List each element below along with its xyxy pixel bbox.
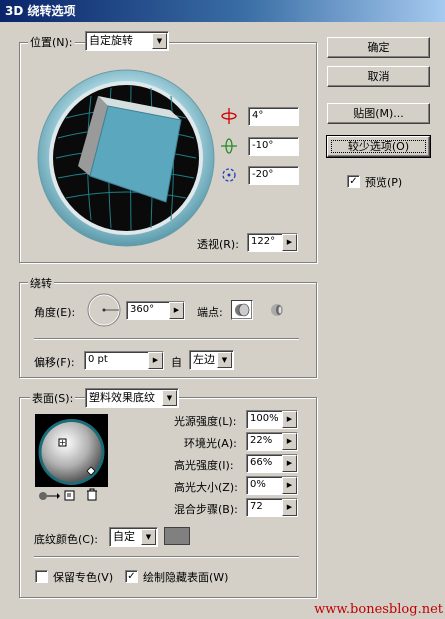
surface-separator [34,556,299,558]
chevron-down-icon: ▼ [141,529,156,545]
from-label: 自 [171,356,182,369]
surface-label: 表面(S): [30,390,76,406]
cap-on-icon [235,303,250,317]
highlight-intensity-label: 高光强度(I): [174,459,234,472]
perspective-field[interactable]: 122° ▶ [247,233,298,252]
offset-field[interactable]: 0 pt ▶ [84,351,164,370]
spinner-arrow-icon[interactable]: ▶ [282,433,297,450]
z-rotation-field[interactable]: -20° [248,166,299,185]
light-intensity-field[interactable]: 100% ▶ [246,410,298,429]
shading-color-dropdown[interactable]: 自定 ▼ [109,527,158,547]
cancel-button[interactable]: 取消 [327,66,430,87]
spinner-arrow-icon[interactable]: ▶ [282,455,297,472]
new-light-icon[interactable] [64,489,76,501]
track-cube[interactable] [36,68,216,248]
surface-dropdown[interactable]: 塑料效果底纹 ▼ [85,388,179,408]
preview-checkbox[interactable]: ✓ [347,175,360,188]
chevron-down-icon: ▼ [152,33,167,49]
x-rotation-field[interactable]: 4° [248,107,299,126]
spinner-arrow-icon[interactable]: ▶ [148,352,163,369]
chevron-down-icon: ▼ [162,390,177,406]
angle-field[interactable]: 360° ▶ [126,301,185,320]
light-sphere-preview[interactable]: + [35,414,108,487]
window-title: 3D 绕转选项 [5,4,76,18]
ambient-label: 环境光(A): [184,437,237,450]
shading-color-swatch[interactable] [164,527,190,545]
move-light-back-icon[interactable] [38,490,60,502]
angle-dial[interactable] [86,292,122,328]
highlight-size-label: 高光大小(Z): [174,481,238,494]
angle-label: 角度(E): [34,306,76,319]
preserve-spot-label: 保留专色(V) [53,571,114,584]
cap-on-button[interactable] [231,300,253,320]
revolve-section-label: 绕转 [28,275,54,291]
delete-light-icon[interactable] [86,488,98,501]
ok-button[interactable]: 确定 [327,37,430,58]
fewer-options-button[interactable]: 较少选项(O) [326,135,431,158]
revolve-separator [34,338,299,340]
shading-color-label: 底纹颜色(C): [34,533,98,546]
x-axis-rotate-icon [221,108,237,124]
y-axis-rotate-icon [221,138,237,154]
watermark: www.bonesblog.net [314,602,443,617]
position-label: 位置(N): [28,34,75,50]
chevron-down-icon: ▼ [217,352,232,368]
y-rotation-field[interactable]: -10° [248,137,299,156]
svg-text:+: + [59,438,66,447]
blend-steps-label: 混合步骤(B): [174,503,238,516]
highlight-intensity-field[interactable]: 66% ▶ [246,454,298,473]
light-intensity-label: 光源强度(L): [174,415,237,428]
preserve-spot-checkbox[interactable] [35,570,48,583]
perspective-label: 透视(R): [197,238,239,251]
cap-label: 端点: [197,306,223,319]
ambient-field[interactable]: 22% ▶ [246,432,298,451]
spinner-arrow-icon[interactable]: ▶ [282,499,297,516]
cap-off-icon[interactable] [268,302,286,318]
map-button[interactable]: 贴图(M)... [327,103,430,124]
title-bar: 3D 绕转选项 [0,0,445,22]
spinner-arrow-icon[interactable]: ▶ [282,411,297,428]
spinner-arrow-icon[interactable]: ▶ [169,302,184,319]
blend-steps-field[interactable]: 72 ▶ [246,498,298,517]
z-axis-rotate-icon [222,168,236,182]
highlight-size-field[interactable]: 0% ▶ [246,476,298,495]
offset-label: 偏移(F): [34,356,75,369]
draw-hidden-checkbox[interactable]: ✓ [125,570,138,583]
from-dropdown[interactable]: 左边 ▼ [189,350,234,370]
spinner-arrow-icon[interactable]: ▶ [282,234,297,251]
spinner-arrow-icon[interactable]: ▶ [282,477,297,494]
preview-label: 预览(P) [365,176,403,189]
position-dropdown[interactable]: 自定旋转 ▼ [85,31,169,51]
draw-hidden-label: 绘制隐藏表面(W) [143,571,229,584]
